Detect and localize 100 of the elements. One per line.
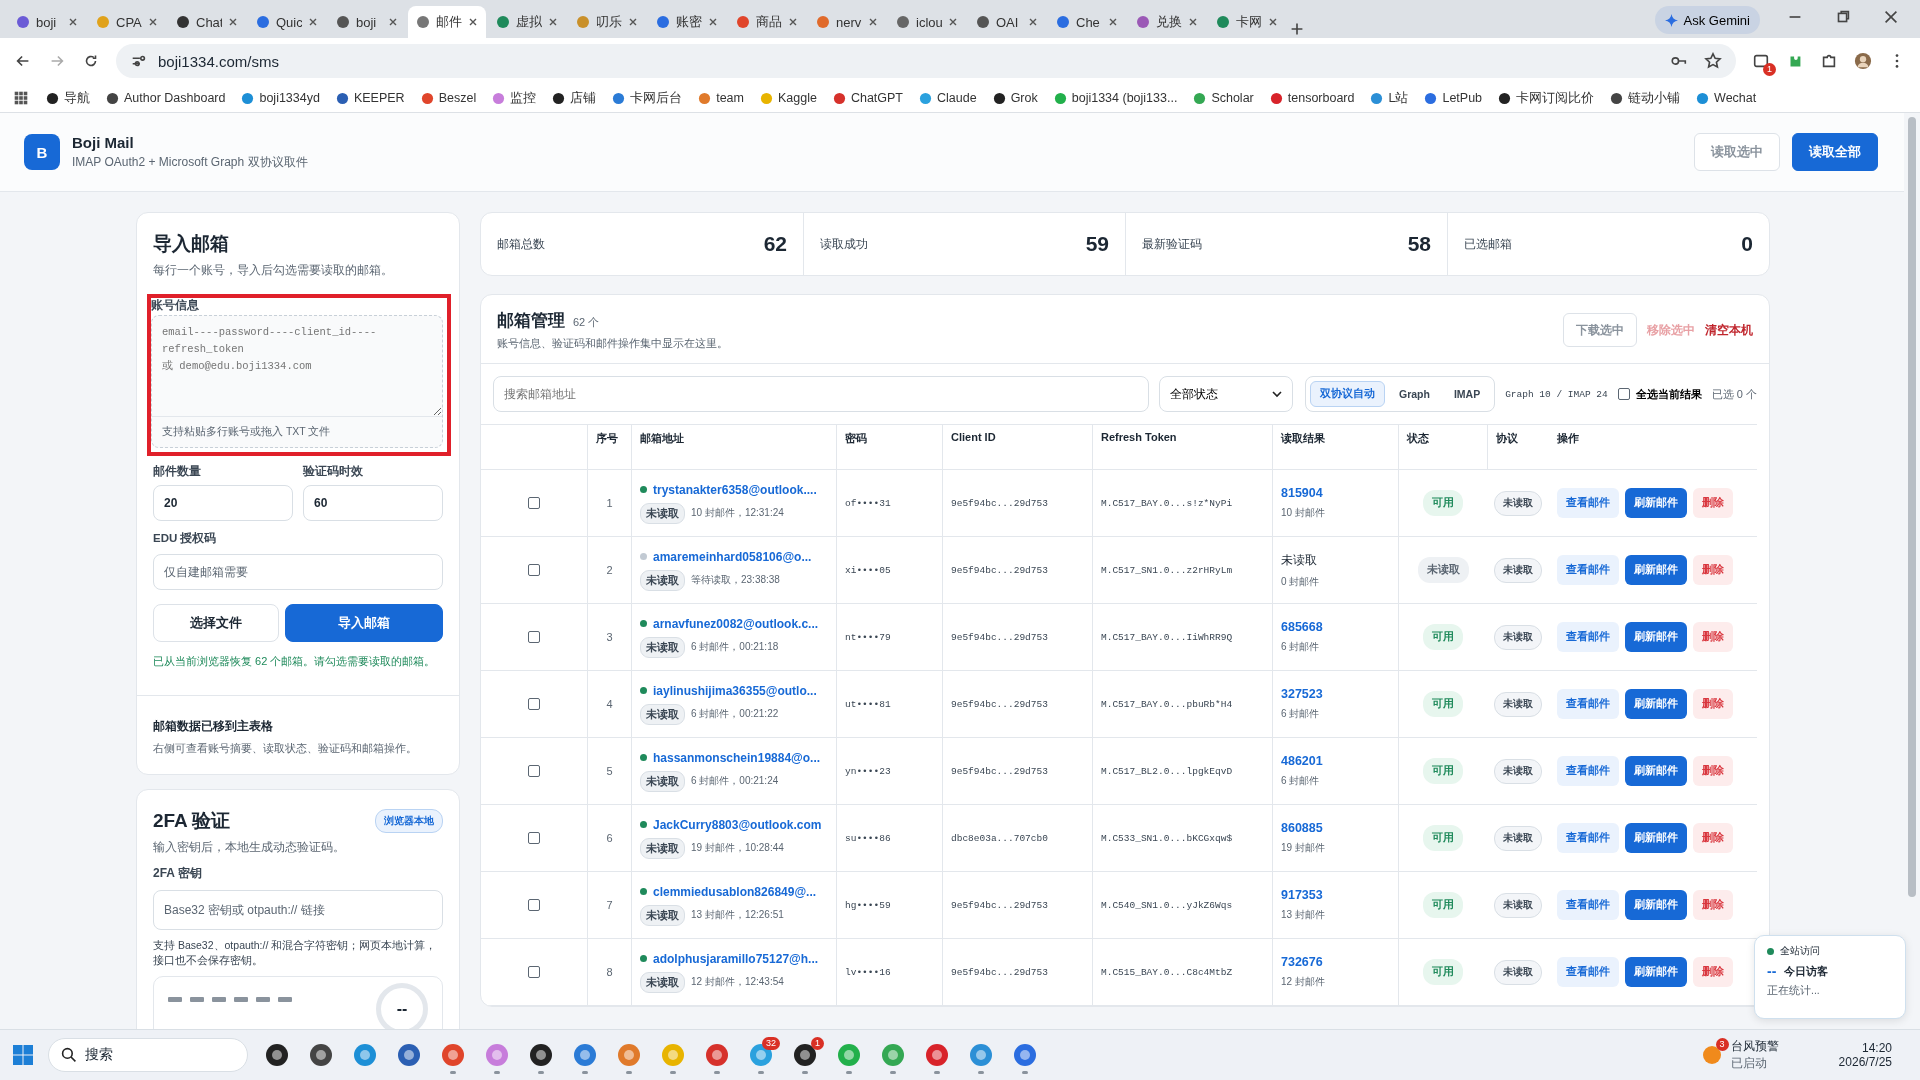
- close-icon[interactable]: [708, 17, 718, 27]
- protocol-option[interactable]: Graph: [1388, 381, 1440, 407]
- browser-tab[interactable]: 卡网: [1208, 6, 1286, 38]
- close-icon[interactable]: [1108, 17, 1118, 27]
- close-icon[interactable]: [388, 17, 398, 27]
- account-input[interactable]: email----password----client_id----refresh_token 或 demo@edu.boji1334.com 支持粘贴多行账号或拖入 TXT 文件: [151, 315, 443, 448]
- row-action-button[interactable]: 查看邮件: [1557, 622, 1619, 652]
- checkbox[interactable]: [1617, 388, 1630, 400]
- checkbox[interactable]: [528, 631, 540, 643]
- row-action-button[interactable]: 刷新邮件: [1625, 957, 1687, 987]
- close-icon[interactable]: [68, 17, 78, 27]
- email-link[interactable]: iaylinushijima36355@outlo...: [653, 683, 817, 698]
- protocol-option[interactable]: IMAP: [1443, 381, 1491, 407]
- checkbox[interactable]: [528, 899, 540, 911]
- apps-grid-icon[interactable]: [12, 89, 30, 107]
- row-action-button[interactable]: 查看邮件: [1557, 689, 1619, 719]
- secret-key-input[interactable]: Base32 密钥或 otpauth:// 链接: [153, 890, 443, 930]
- row-action-button[interactable]: 查看邮件: [1557, 756, 1619, 786]
- browser-tab[interactable]: Che: [1048, 6, 1126, 38]
- email-link[interactable]: amaremeinhard058106@o...: [653, 549, 812, 564]
- import-button[interactable]: 导入邮箱: [285, 604, 443, 642]
- browser-tab[interactable]: 虚拟: [488, 6, 566, 38]
- email-link[interactable]: arnavfunez0082@outlook.c...: [653, 616, 819, 631]
- browser-tab[interactable]: 商品: [728, 6, 806, 38]
- checkbox[interactable]: [528, 832, 540, 844]
- scrollbar[interactable]: [1908, 117, 1916, 897]
- row-action-button[interactable]: 删除: [1693, 823, 1733, 853]
- browser-tab[interactable]: OAI: [968, 6, 1046, 38]
- bookmark[interactable]: Beszel: [420, 91, 477, 105]
- row-action-button[interactable]: 删除: [1693, 488, 1733, 518]
- email-link[interactable]: trystanakter6358@outlook....: [653, 482, 817, 497]
- bookmark[interactable]: boji1334yd: [241, 91, 320, 105]
- bookmark[interactable]: KEEPER: [335, 91, 405, 105]
- close-icon[interactable]: [1188, 17, 1198, 27]
- close-icon[interactable]: [148, 17, 158, 27]
- remove-link[interactable]: 清空本机: [1705, 321, 1753, 339]
- row-action-button[interactable]: 删除: [1693, 957, 1733, 987]
- browser-tab[interactable]: iclou: [888, 6, 966, 38]
- star-icon[interactable]: [1704, 52, 1722, 70]
- close-icon[interactable]: [468, 17, 478, 27]
- close-icon[interactable]: [1028, 17, 1038, 27]
- row-action-button[interactable]: 刷新邮件: [1625, 890, 1687, 920]
- checkbox[interactable]: [528, 497, 540, 509]
- browser-tab[interactable]: Quic: [248, 6, 326, 38]
- import-button[interactable]: 选择文件: [153, 604, 279, 642]
- row-action-button[interactable]: 删除: [1693, 555, 1733, 585]
- browser-tab[interactable]: CPA: [88, 6, 166, 38]
- bookmark[interactable]: ChatGPT: [832, 91, 903, 105]
- close-icon[interactable]: [948, 17, 958, 27]
- close-icon[interactable]: [868, 17, 878, 27]
- bookmark[interactable]: 卡网订阅比价: [1498, 89, 1595, 107]
- bookmark[interactable]: team: [698, 91, 744, 105]
- read-button[interactable]: 读取全部: [1792, 133, 1878, 171]
- windows-start-icon[interactable]: [12, 1044, 34, 1066]
- checkbox[interactable]: [528, 966, 540, 978]
- row-action-button[interactable]: 刷新邮件: [1625, 555, 1687, 585]
- close-icon[interactable]: [1268, 17, 1278, 27]
- close-icon[interactable]: [628, 17, 638, 27]
- email-link[interactable]: clemmiedusablon826849@...: [653, 884, 817, 899]
- protocol-option[interactable]: 双协议自动: [1309, 381, 1385, 407]
- taskbar-search[interactable]: 搜索: [48, 1038, 248, 1072]
- row-action-button[interactable]: 刷新邮件: [1625, 756, 1687, 786]
- status-dropdown[interactable]: 全部状态: [1158, 376, 1293, 412]
- bookmark[interactable]: LetPub: [1424, 91, 1483, 105]
- browser-tab[interactable]: boji: [8, 6, 86, 38]
- row-action-button[interactable]: 删除: [1693, 622, 1733, 652]
- checkbox[interactable]: [528, 564, 540, 576]
- bookmark[interactable]: L站: [1370, 89, 1409, 107]
- browser-tab[interactable]: 兑换: [1128, 6, 1206, 38]
- browser-tab[interactable]: 账密: [648, 6, 726, 38]
- browser-tab[interactable]: nerv: [808, 6, 886, 38]
- close-icon[interactable]: [1882, 8, 1900, 26]
- row-action-button[interactable]: 刷新邮件: [1625, 689, 1687, 719]
- checkbox[interactable]: [528, 698, 540, 710]
- row-action-button[interactable]: 删除: [1693, 689, 1733, 719]
- row-action-button[interactable]: 刷新邮件: [1625, 488, 1687, 518]
- email-link[interactable]: hassanmonschein19884@o...: [653, 750, 821, 765]
- close-icon[interactable]: [548, 17, 558, 27]
- number-input[interactable]: 60: [303, 485, 443, 521]
- bookmark[interactable]: tensorboard: [1269, 91, 1355, 105]
- bookmark[interactable]: Scholar: [1193, 91, 1254, 105]
- number-input[interactable]: 20: [153, 485, 293, 521]
- checkbox[interactable]: [528, 765, 540, 777]
- row-action-button[interactable]: 刷新邮件: [1625, 622, 1687, 652]
- bookmark[interactable]: Author Dashboard: [106, 91, 226, 105]
- row-action-button[interactable]: 查看邮件: [1557, 957, 1619, 987]
- edu-code-input[interactable]: 仅自建邮箱需要: [153, 554, 443, 590]
- bookmark[interactable]: Claude: [919, 91, 977, 105]
- bookmark[interactable]: Grok: [992, 91, 1038, 105]
- close-icon[interactable]: [308, 17, 318, 27]
- row-action-button[interactable]: 删除: [1693, 756, 1733, 786]
- bookmark[interactable]: 卡网后台: [612, 89, 683, 107]
- bookmark[interactable]: boji1334 (boji133...: [1053, 91, 1178, 105]
- email-link[interactable]: JackCurry8803@outlook.com: [653, 817, 822, 832]
- search-field[interactable]: 搜索邮箱地址: [493, 376, 1149, 412]
- profile-avatar-icon[interactable]: [1854, 52, 1872, 70]
- row-action-button[interactable]: 删除: [1693, 890, 1733, 920]
- browser-tab[interactable]: 叨乐: [568, 6, 646, 38]
- browser-tab[interactable]: boji: [328, 6, 406, 38]
- row-action-button[interactable]: 查看邮件: [1557, 890, 1619, 920]
